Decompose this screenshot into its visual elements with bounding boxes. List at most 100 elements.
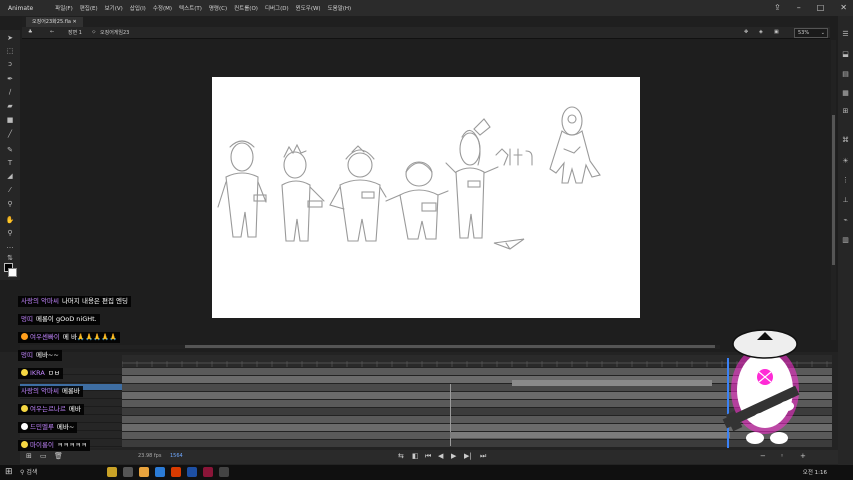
app-icon[interactable] <box>187 467 197 477</box>
output-icon[interactable]: ⊥ <box>841 196 850 204</box>
onion-skin-icon[interactable]: ◧ <box>412 452 419 460</box>
color-icon[interactable]: ▦ <box>841 89 850 97</box>
scene-label[interactable]: 장면 1 <box>68 29 82 36</box>
maximize-icon[interactable]: □ <box>817 3 825 12</box>
step-forward-icon[interactable]: ▶| <box>464 452 472 460</box>
windows-start-icon[interactable]: ⊞ <box>5 467 13 477</box>
current-frame[interactable]: 1564 <box>170 453 183 459</box>
code-snippets-icon[interactable]: ⋮ <box>841 176 850 184</box>
menu-help[interactable]: 도움말(H) <box>328 4 352 12</box>
eraser-tool-icon[interactable]: ▰ <box>5 102 15 110</box>
paint-bucket-icon[interactable]: ◢ <box>5 172 15 180</box>
first-frame-icon[interactable]: ⏮ <box>425 452 431 461</box>
text-tool-icon[interactable]: T <box>5 159 15 167</box>
play-icon[interactable]: ▶ <box>451 452 456 460</box>
components-icon[interactable]: ☀ <box>841 157 850 165</box>
menu-list: 파일(F) 편집(E) 보기(V) 삽입(I) 수정(M) 텍스트(T) 명령(… <box>55 4 351 12</box>
last-frame-icon[interactable]: ⏭ <box>480 452 486 461</box>
zoom-select[interactable]: 53% ⌄ <box>794 28 828 38</box>
app-icon[interactable] <box>171 467 181 477</box>
new-layer-icon[interactable]: ⊞ <box>26 452 32 460</box>
document-tab-bar: 오징어23화25.fla ✕ <box>22 16 830 27</box>
swatches-icon[interactable]: ⊞ <box>841 107 850 115</box>
vertical-scrollbar[interactable] <box>831 40 836 340</box>
tray-clock[interactable]: 오전 1:16 <box>803 468 827 476</box>
app-icon[interactable] <box>219 467 229 477</box>
selection-tool-icon[interactable]: ➤ <box>5 34 15 42</box>
zoom-tool-icon[interactable]: ⚲ <box>5 229 15 237</box>
rectangle-tool-icon[interactable]: ■ <box>5 116 15 124</box>
chat-text: 메롱바 <box>61 387 80 395</box>
close-icon[interactable]: ✕ <box>840 3 847 12</box>
tween-span[interactable] <box>512 380 712 386</box>
app-icon[interactable] <box>107 467 117 477</box>
fill-color-swatch[interactable] <box>8 268 17 277</box>
menu-view[interactable]: 보기(V) <box>105 4 123 12</box>
chat-nick: 멍띠 <box>21 315 33 323</box>
symbol-label[interactable]: 오징어게임23 <box>100 29 129 36</box>
chat-message: 멍띠 메바~~ <box>18 350 62 361</box>
back-arrow-icon[interactable]: ← <box>50 29 54 35</box>
app-icon[interactable] <box>139 467 149 477</box>
scroll-thumb[interactable] <box>832 115 835 265</box>
tween-span[interactable] <box>450 432 730 438</box>
step-back-icon[interactable]: ◀ <box>438 452 443 460</box>
subselect-tool-icon[interactable]: ⬚ <box>5 47 15 55</box>
swap-colors-icon[interactable]: ⇅ <box>5 254 15 262</box>
pin-tool-icon[interactable]: ⚲ <box>5 200 15 208</box>
scene-icon[interactable]: ♣ <box>28 29 32 35</box>
delete-layer-icon[interactable]: 🗑 <box>54 452 63 460</box>
menu-commands[interactable]: 명령(C) <box>209 4 227 12</box>
fit-icon[interactable]: ▣ <box>774 29 779 35</box>
chat-text: 메롱이 gOoD niGHt. <box>35 315 97 323</box>
loop-icon[interactable]: ⇆ <box>398 452 404 460</box>
document-tab[interactable]: 오징어23화25.fla ✕ <box>26 17 83 27</box>
menu-control[interactable]: 컨트롤(O) <box>234 4 258 12</box>
hand-tool-icon[interactable]: ✋ <box>5 216 15 224</box>
menu-edit[interactable]: 편집(E) <box>80 4 98 12</box>
document-tab-label: 오징어23화25.fla <box>32 19 71 25</box>
fps-value[interactable]: 23.98 fps <box>138 453 161 459</box>
menu-debug[interactable]: 디버그(D) <box>265 4 289 12</box>
clip-icon[interactable]: ◈ <box>759 29 763 35</box>
history-icon[interactable]: ⌁ <box>841 216 850 224</box>
menu-modify[interactable]: 수정(M) <box>153 4 172 12</box>
align-icon[interactable]: ▤ <box>841 70 850 78</box>
menu-text[interactable]: 텍스트(T) <box>179 4 202 12</box>
taskbar: ⊞ ⚲ 검색 오전 1:16 <box>0 465 853 480</box>
app-icon[interactable] <box>123 467 133 477</box>
close-tab-icon[interactable]: ✕ <box>73 19 77 25</box>
stage-canvas[interactable] <box>212 77 640 318</box>
menu-bar: Animate 파일(F) 편집(E) 보기(V) 삽입(I) 수정(M) 텍스… <box>0 0 853 16</box>
line-tool-icon[interactable]: ╱ <box>5 130 15 138</box>
frame-picker-icon[interactable]: ▥ <box>841 236 850 244</box>
layer-row[interactable] <box>20 432 122 439</box>
center-stage-icon[interactable]: ✥ <box>744 29 748 35</box>
taskbar-search[interactable]: ⚲ 검색 <box>20 467 100 478</box>
horizontal-scrollbar[interactable] <box>20 345 720 349</box>
app-icon[interactable] <box>155 467 165 477</box>
minimize-icon[interactable]: – <box>797 3 801 12</box>
properties-icon[interactable]: ☰ <box>841 30 850 38</box>
menu-file[interactable]: 파일(F) <box>55 4 73 12</box>
chat-text: 메바~ <box>56 423 75 431</box>
pencil-tool-icon[interactable]: ✎ <box>5 146 15 154</box>
transform-icon[interactable]: ⌘ <box>841 136 850 144</box>
share-icon[interactable]: ⇪ <box>774 3 781 12</box>
brush-tool-icon[interactable]: ∕ <box>5 88 15 96</box>
chat-message: 여우는르나르 메바 <box>18 404 84 415</box>
more-tools-icon[interactable]: … <box>5 242 15 250</box>
eyedropper-icon[interactable]: ⁄ <box>5 186 15 194</box>
scroll-thumb[interactable] <box>185 345 715 348</box>
new-folder-icon[interactable]: ▭ <box>40 452 47 460</box>
window-controls: ⇪ – □ ✕ <box>774 3 847 12</box>
chat-text: 메바 <box>68 405 81 413</box>
menu-insert[interactable]: 삽입(I) <box>130 4 146 12</box>
chat-badge-icon <box>21 441 28 448</box>
library-icon[interactable]: ⬓ <box>841 50 850 58</box>
lasso-tool-icon[interactable]: ↄ <box>5 60 15 68</box>
chat-nick: 마이롱이 <box>30 441 54 449</box>
pen-tool-icon[interactable]: ✒ <box>5 75 15 83</box>
menu-window[interactable]: 윈도우(W) <box>296 4 321 12</box>
app-icon[interactable] <box>203 467 213 477</box>
